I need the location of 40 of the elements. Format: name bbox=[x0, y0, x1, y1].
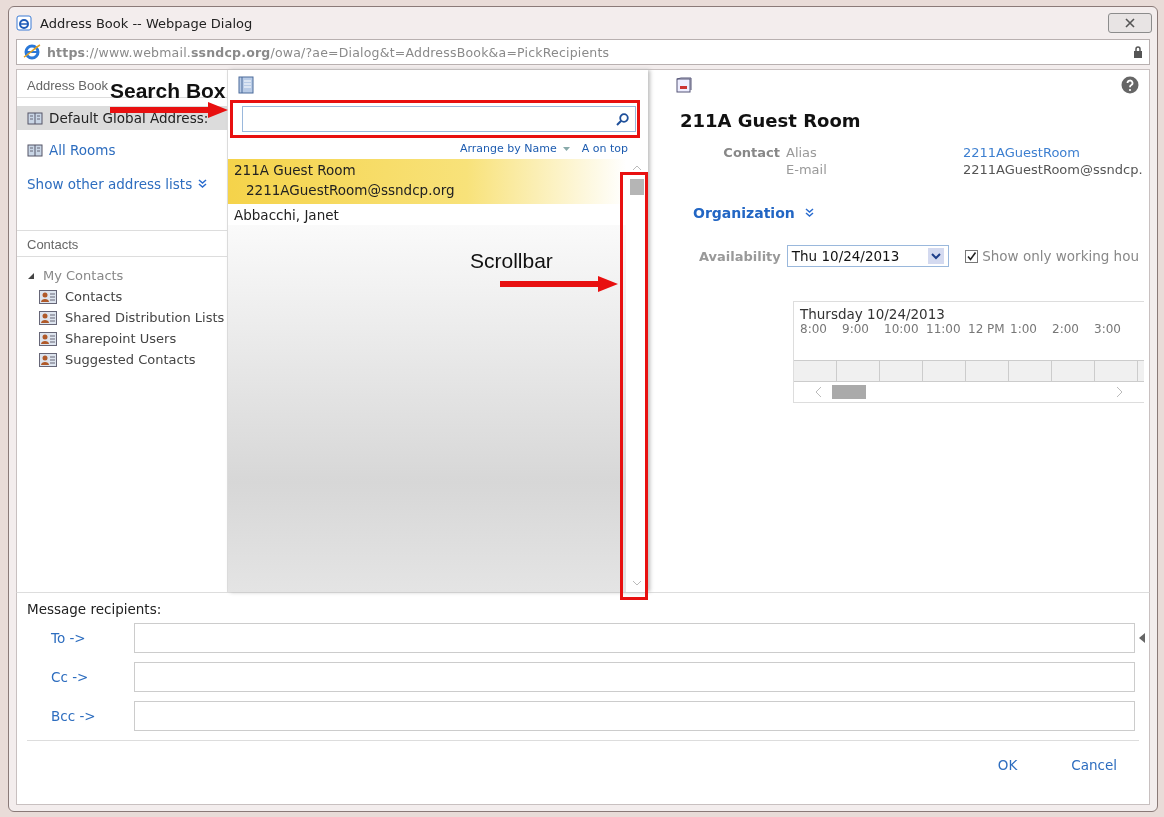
annotation-label: Search Box bbox=[110, 80, 226, 102]
group-label: Contact bbox=[722, 145, 781, 160]
field-label: E-mail bbox=[786, 162, 828, 177]
field-label: Alias bbox=[786, 145, 818, 160]
recipient-button[interactable]: Cc -> bbox=[27, 669, 134, 685]
timeline-date: Thursday 10/24/2013 bbox=[799, 305, 946, 322]
tree-item[interactable]: My Contacts bbox=[17, 265, 227, 286]
tree-item[interactable]: Sharepoint Users bbox=[17, 328, 227, 349]
hour-label: 2:00 bbox=[1052, 322, 1080, 338]
hour-label: 11:00 bbox=[926, 322, 962, 338]
window-title: Address Book -- Webpage Dialog bbox=[40, 15, 254, 31]
alias-link[interactable]: 2211AGuestRoom bbox=[963, 145, 1143, 160]
show-more-link[interactable]: Show other address lists bbox=[17, 166, 227, 192]
tree-item[interactable]: Suggested Contacts bbox=[17, 349, 227, 370]
section-label: Message recipients: bbox=[27, 601, 163, 617]
hour-label: 1:00 bbox=[1010, 322, 1038, 338]
annotation-label: Scrollbar bbox=[470, 250, 553, 272]
section-header: Contacts bbox=[17, 230, 227, 257]
hour-label: 12 PM bbox=[968, 322, 1006, 338]
sort-order-link[interactable]: A on top bbox=[581, 142, 628, 155]
hour-label: 3:00 bbox=[1094, 322, 1122, 338]
field-value: 2211AGuestRoom@ssndcp. bbox=[963, 162, 1143, 177]
address-list-item[interactable]: All Rooms bbox=[17, 138, 227, 162]
organization-toggle[interactable]: Organization bbox=[693, 205, 1139, 221]
field-label: Availability bbox=[697, 248, 782, 264]
hour-label: 10:00 bbox=[884, 322, 920, 338]
tree-item[interactable]: Contacts bbox=[17, 286, 227, 307]
hour-label: 9:00 bbox=[842, 322, 870, 338]
ok-button[interactable]: OK bbox=[995, 755, 1020, 775]
arrange-by-link[interactable]: Arrange by Name bbox=[459, 142, 557, 155]
recipient-button[interactable]: To -> bbox=[27, 630, 134, 646]
url-text: https://www.webmail.ssndcp.org/owa/?ae=Dialog&t=AddressBook&a=PickRecipients bbox=[47, 44, 611, 60]
date-dropdown[interactable]: Thu 10/24/2013 bbox=[786, 245, 950, 267]
contact-row[interactable]: Abbacchi, Janet bbox=[228, 204, 626, 225]
working-hours-checkbox[interactable]: Show only working hou bbox=[965, 248, 1139, 264]
contact-name: 211A Guest Room bbox=[680, 110, 862, 131]
recipient-button[interactable]: Bcc -> bbox=[27, 708, 134, 724]
hour-label: 8:00 bbox=[800, 322, 828, 338]
tree-item[interactable]: Shared Distribution Lists bbox=[17, 307, 227, 328]
cancel-button[interactable]: Cancel bbox=[1069, 755, 1119, 775]
